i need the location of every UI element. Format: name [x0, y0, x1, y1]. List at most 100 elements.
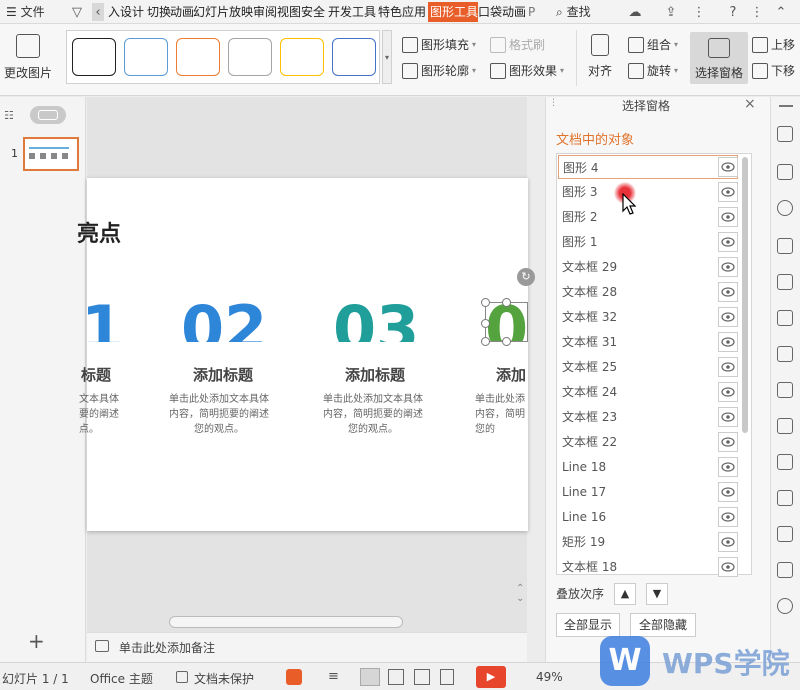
normal-view-icon[interactable] [360, 668, 380, 686]
tab-slideshow[interactable]: 幻灯片放映 [193, 2, 253, 22]
shape-effect-button[interactable]: 图形效果 ▾ [490, 62, 564, 79]
object-row[interactable]: 文本框 29 [558, 255, 738, 279]
notes-toggle-icon[interactable]: ≡ [328, 669, 339, 684]
visibility-eye-icon[interactable] [718, 507, 738, 527]
resize-handle-bottom[interactable] [502, 337, 511, 346]
visibility-eye-icon[interactable] [718, 432, 738, 452]
gallery-expand-icon[interactable]: ▾ [382, 30, 392, 84]
align-button[interactable]: 对齐 [582, 32, 618, 79]
column-number-3[interactable]: 03 [333, 298, 419, 342]
object-row[interactable]: 矩形 19 [558, 530, 738, 554]
beautify-icon[interactable] [286, 669, 302, 685]
view-toggle[interactable] [30, 106, 66, 124]
tab-developer[interactable]: 开发工具 [328, 2, 378, 22]
text-icon[interactable] [777, 238, 793, 254]
style-option-6[interactable] [332, 38, 376, 76]
tab-view[interactable]: 视图 [277, 2, 301, 22]
visibility-eye-icon[interactable] [718, 282, 738, 302]
tab-animation[interactable]: 动画 [170, 2, 194, 22]
object-row[interactable]: Line 18 [558, 455, 738, 479]
object-row[interactable]: 图形 1 [558, 230, 738, 254]
table-icon[interactable] [777, 274, 793, 290]
quick-access-dropdown-icon[interactable]: ▽ [68, 3, 86, 21]
tab-transition[interactable]: 切换 [147, 2, 171, 22]
object-row[interactable]: Line 17 [558, 480, 738, 504]
move-down-button[interactable]: ▼ [646, 583, 668, 605]
resize-handle-left[interactable] [481, 319, 490, 328]
selection-pane-button[interactable]: 选择窗格 [690, 32, 748, 84]
column-number-2[interactable]: 02 [181, 298, 267, 342]
add-slide-icon[interactable]: + [28, 629, 45, 653]
help-icon[interactable]: ? [724, 3, 742, 21]
more-options-icon[interactable]: ⋮ [748, 3, 766, 21]
scroll-arrows-icon[interactable]: ⌃ ⌄ [516, 584, 524, 604]
style-option-3[interactable] [176, 38, 220, 76]
visibility-eye-icon[interactable] [718, 482, 738, 502]
cloud-sync-icon[interactable]: ☁ [626, 3, 644, 21]
column-title-3[interactable]: 添加标题 [345, 364, 405, 385]
resize-handle-bottom-left[interactable] [481, 337, 490, 346]
column-body-1[interactable]: 文本具体 要的阐述 点。 [79, 392, 119, 437]
apps-icon[interactable] [777, 310, 793, 326]
visibility-eye-icon[interactable] [718, 232, 738, 252]
column-body-2[interactable]: 单击此处添加文本具体 内容，简明扼要的阐述 您的观点。 [169, 392, 269, 437]
chart-icon[interactable] [777, 346, 793, 362]
column-body-4[interactable]: 单击此处添 内容，简明 您的 [475, 392, 525, 437]
visibility-eye-icon[interactable] [718, 407, 738, 427]
tab-features[interactable]: 特色应用 [378, 2, 428, 22]
audio-icon[interactable] [777, 562, 793, 578]
collapse-ribbon-icon[interactable]: ⌃ [772, 3, 790, 21]
object-row[interactable]: Line 16 [558, 505, 738, 529]
shape-outline-button[interactable]: 图形轮廓 ▾ [402, 62, 476, 79]
object-row[interactable]: 图形 2 [558, 205, 738, 229]
visibility-eye-icon[interactable] [718, 207, 738, 227]
scrollbar-thumb[interactable] [169, 616, 403, 628]
list-view-icon[interactable]: ☷ [4, 109, 14, 122]
column-body-3[interactable]: 单击此处添加文本具体 内容，简明扼要的阐述 您的观点。 [323, 392, 423, 437]
object-row[interactable]: 文本框 23 [558, 405, 738, 429]
object-row[interactable]: 文本框 31 [558, 330, 738, 354]
picture-icon[interactable] [777, 526, 793, 542]
horizontal-scrollbar[interactable] [87, 612, 527, 632]
protect-status[interactable]: 文档未保护 [194, 670, 254, 687]
visibility-eye-icon[interactable] [718, 157, 738, 177]
visibility-eye-icon[interactable] [718, 182, 738, 202]
visibility-eye-icon[interactable] [718, 457, 738, 477]
pin-icon[interactable] [777, 126, 793, 142]
export-icon[interactable] [777, 454, 793, 470]
shape-fill-button[interactable]: 图形填充 ▾ [402, 36, 476, 53]
column-title-4[interactable]: 添加 [496, 364, 526, 385]
play-slideshow-button[interactable]: ▶ [476, 666, 506, 688]
slide[interactable]: 亮点 1 标题 文本具体 要的阐述 点。 02 添加标题 单击此处添加文本具体 … [77, 178, 535, 531]
settings-sliders-icon[interactable] [777, 382, 793, 398]
object-row[interactable]: 文本框 22 [558, 430, 738, 454]
selection-frame[interactable] [485, 302, 528, 342]
drag-handle-icon[interactable]: ⋮ [549, 99, 558, 108]
object-row[interactable]: 图形 3 [558, 180, 738, 204]
zoom-level[interactable]: 49% [536, 670, 563, 684]
image-icon[interactable] [777, 418, 793, 434]
tab-drawing-tools[interactable]: 图形工具 [428, 2, 478, 22]
notes-placeholder[interactable]: 单击此处添加备注 [119, 639, 215, 656]
tab-scroll-left-icon[interactable]: ‹ [92, 3, 104, 21]
notes-bar[interactable]: 单击此处添加备注 [87, 632, 527, 662]
group-button[interactable]: 组合 ▾ [628, 36, 678, 53]
visibility-eye-icon[interactable] [718, 357, 738, 377]
shield-icon[interactable] [777, 598, 793, 614]
slide-heading[interactable]: 亮点 [77, 216, 121, 248]
tab-security[interactable]: 安全 [301, 2, 327, 22]
rotate-handle-icon[interactable]: ↻ [517, 268, 535, 286]
column-number-1[interactable]: 1 [81, 298, 124, 342]
tab-design[interactable]: 设计 [120, 2, 148, 22]
reading-view-icon[interactable] [414, 669, 430, 685]
archive-icon[interactable] [777, 490, 793, 506]
share-icon[interactable]: ⇪ [662, 3, 680, 21]
visibility-eye-icon[interactable] [718, 532, 738, 552]
visibility-eye-icon[interactable] [718, 257, 738, 277]
object-row[interactable]: 文本框 28 [558, 280, 738, 304]
list-scrollbar-thumb[interactable] [742, 157, 748, 433]
tab-review[interactable]: 审阅 [253, 2, 277, 22]
sorter-view-icon[interactable] [388, 669, 404, 685]
style-option-5[interactable] [280, 38, 324, 76]
column-title-1[interactable]: 标题 [81, 364, 111, 385]
